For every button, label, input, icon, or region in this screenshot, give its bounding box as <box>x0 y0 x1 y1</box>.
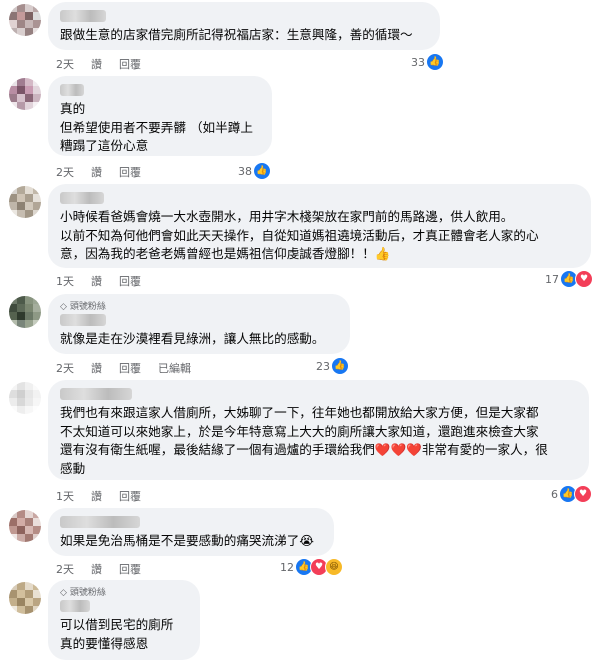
reply-button[interactable]: 回覆 <box>119 164 141 180</box>
author-name-redacted[interactable] <box>60 10 106 22</box>
reaction-count: 23 <box>316 359 330 373</box>
avatar[interactable] <box>9 186 41 218</box>
reaction-summary[interactable]: 17 👍 ♥ <box>545 270 593 288</box>
comment-text: 真的 但希望使用者不要弄髒 （如半蹲上 糟蹋了這份心意 <box>60 101 253 153</box>
comment-actions: 2天 讚 回覆 <box>56 164 141 180</box>
badge-label: 頭號粉絲 <box>69 588 106 598</box>
avatar[interactable] <box>9 582 41 614</box>
comment-actions: 1天 讚 回覆 <box>56 488 141 504</box>
comment-bubble: 小時候看爸媽會燒一大水壺開水，用井字木棧架放在家門前的馬路邊，供人飲用。 以前不… <box>48 184 591 268</box>
avatar[interactable] <box>9 78 41 110</box>
reaction-summary[interactable]: 33 👍 <box>411 53 444 71</box>
reply-button[interactable]: 回覆 <box>119 561 141 577</box>
author-name-redacted[interactable] <box>60 388 132 400</box>
author-name-redacted[interactable] <box>60 192 104 204</box>
comment-text: 如果是免治馬桶是不是要感動的痛哭流涕了😭 <box>60 533 314 548</box>
avatar[interactable] <box>9 382 41 414</box>
like-button[interactable]: 讚 <box>91 488 102 504</box>
reaction-count: 38 <box>238 164 252 178</box>
avatar[interactable] <box>9 296 41 328</box>
reply-button[interactable]: 回覆 <box>119 360 141 376</box>
love-icon: ♥ <box>575 270 593 288</box>
comment-text: 我們也有來跟這家人借廁所，大姊聊了一下，往年她也都開放給大家方便，但是大家都 不… <box>60 405 548 476</box>
like-icon: 👍 <box>331 357 349 375</box>
comment-bubble: 真的 但希望使用者不要弄髒 （如半蹲上 糟蹋了這份心意 <box>48 76 272 156</box>
reaction-summary[interactable]: 6 👍 ♥ <box>551 485 592 503</box>
reaction-count: 33 <box>411 55 425 69</box>
reply-button[interactable]: 回覆 <box>119 488 141 504</box>
timestamp[interactable]: 2天 <box>56 561 74 577</box>
timestamp[interactable]: 2天 <box>56 56 74 72</box>
reaction-count: 6 <box>551 487 558 501</box>
top-fan-badge[interactable]: ◇ 頭號粉絲 <box>60 300 338 314</box>
comment-text: 就像是走在沙漠裡看見綠洲，讓人無比的感動。 <box>60 331 325 346</box>
comment-bubble: ◇ 頭號粉絲 就像是走在沙漠裡看見綠洲，讓人無比的感動。 <box>48 294 350 354</box>
avatar[interactable] <box>9 510 41 542</box>
comment-actions: 2天 讚 回覆 已編輯 <box>56 360 191 376</box>
timestamp[interactable]: 1天 <box>56 488 74 504</box>
like-icon: 👍 <box>253 162 271 180</box>
comment-text: 小時候看爸媽會燒一大水壺開水，用井字木棧架放在家門前的馬路邊，供人飲用。 以前不… <box>60 209 539 261</box>
timestamp[interactable]: 2天 <box>56 360 74 376</box>
like-icon: 👍 <box>426 53 444 71</box>
timestamp[interactable]: 2天 <box>56 164 74 180</box>
reaction-summary[interactable]: 12 👍 ♥ 😆 <box>280 558 343 576</box>
avatar[interactable] <box>9 4 41 36</box>
top-fan-badge[interactable]: ◇ 頭號粉絲 <box>60 586 188 600</box>
comment-bubble: 跟做生意的店家借完廁所記得祝福店家：生意興隆，善的循環～ <box>48 2 440 50</box>
comment-bubble: 我們也有來跟這家人借廁所，大姊聊了一下，往年她也都開放給大家方便，但是大家都 不… <box>48 380 589 480</box>
author-name-redacted[interactable] <box>60 314 106 326</box>
reply-button[interactable]: 回覆 <box>119 56 141 72</box>
reaction-count: 17 <box>545 272 559 286</box>
comment-actions: 1天 讚 回覆 <box>56 273 141 289</box>
diamond-icon: ◇ <box>60 302 67 312</box>
comment-actions: 2天 讚 回覆 <box>56 56 141 72</box>
reaction-count: 12 <box>280 560 294 574</box>
diamond-icon: ◇ <box>60 588 67 598</box>
comment-bubble: 如果是免治馬桶是不是要感動的痛哭流涕了😭 <box>48 508 334 556</box>
haha-icon: 😆 <box>325 558 343 576</box>
timestamp[interactable]: 1天 <box>56 273 74 289</box>
love-icon: ♥ <box>574 485 592 503</box>
comment-actions: 2天 讚 回覆 <box>56 561 141 577</box>
like-button[interactable]: 讚 <box>91 164 102 180</box>
author-name-redacted[interactable] <box>60 84 84 96</box>
reaction-summary[interactable]: 38 👍 <box>238 162 271 180</box>
like-button[interactable]: 讚 <box>91 561 102 577</box>
reply-button[interactable]: 回覆 <box>119 273 141 289</box>
reaction-summary[interactable]: 23 👍 <box>316 357 349 375</box>
like-button[interactable]: 讚 <box>91 56 102 72</box>
like-button[interactable]: 讚 <box>91 360 102 376</box>
edited-label[interactable]: 已編輯 <box>158 360 191 376</box>
like-button[interactable]: 讚 <box>91 273 102 289</box>
author-name-redacted[interactable] <box>60 600 90 612</box>
author-name-redacted[interactable] <box>60 516 140 528</box>
comment-text: 跟做生意的店家借完廁所記得祝福店家：生意興隆，善的循環～ <box>60 27 413 42</box>
badge-label: 頭號粉絲 <box>69 302 106 312</box>
comment-text: 可以借到民宅的廁所 真的要懂得感恩 <box>60 617 174 651</box>
comment-bubble: ◇ 頭號粉絲 可以借到民宅的廁所 真的要懂得感恩 <box>48 580 200 660</box>
